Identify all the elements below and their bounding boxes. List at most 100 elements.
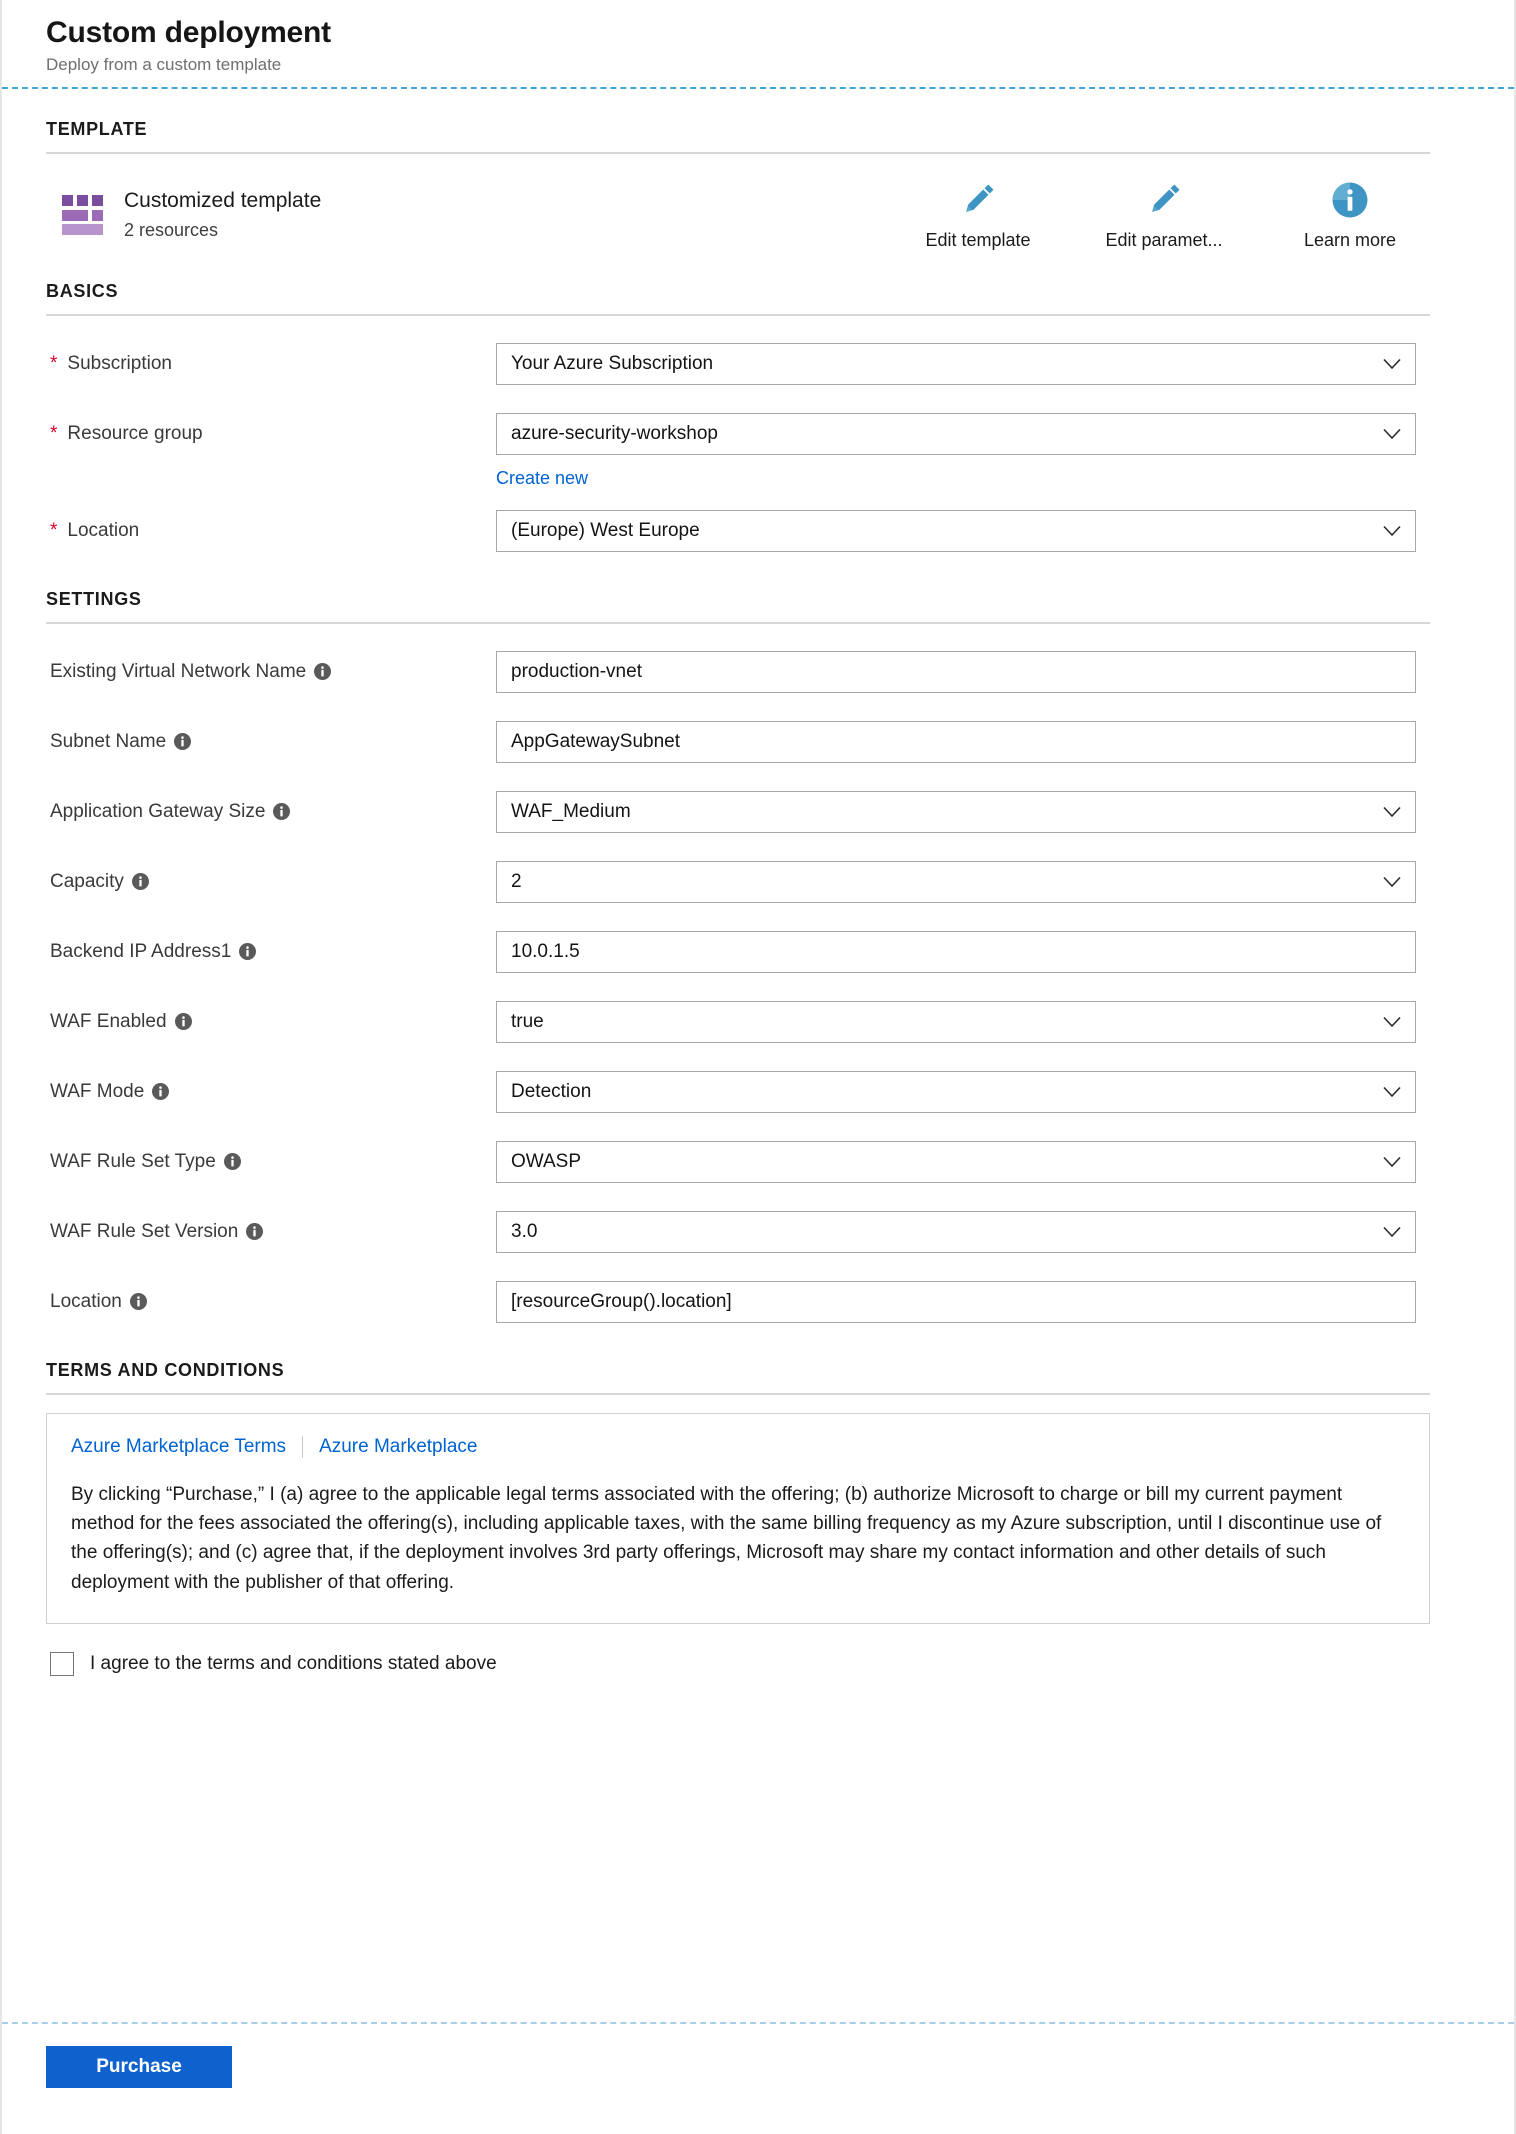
custom-deployment-blade: Custom deployment Deploy from a custom t…: [0, 0, 1516, 2134]
field-row-waf-rule-set-type: WAF Rule Set Type OWASP: [46, 1134, 1470, 1190]
settings-location-value: [resourceGroup().location]: [511, 1290, 732, 1312]
subnet-name-value: AppGatewaySubnet: [511, 730, 681, 752]
location-label-wrap: * Location: [46, 520, 496, 542]
template-grid-icon: [62, 195, 104, 235]
chevron-down-icon: [1383, 1016, 1401, 1027]
agree-terms-checkbox[interactable]: [50, 1652, 74, 1677]
backend-ip-address1-label-wrap: Backend IP Address1: [46, 941, 496, 963]
resource-group-select[interactable]: azure-security-workshop: [496, 412, 1416, 455]
waf-mode-select[interactable]: Detection: [496, 1070, 1416, 1113]
subscription-value: Your Azure Subscription: [511, 352, 714, 374]
required-asterisk: *: [50, 423, 58, 444]
azure-marketplace-link[interactable]: Azure Marketplace: [319, 1436, 477, 1458]
link-divider: [302, 1435, 304, 1458]
info-icon[interactable]: [223, 1153, 241, 1170]
resource-group-label-wrap: * Resource group: [46, 423, 496, 445]
resource-group-label: Resource group: [67, 422, 203, 444]
field-row-existing-vnet-name: Existing Virtual Network Name production…: [46, 644, 1470, 700]
capacity-select[interactable]: 2: [496, 860, 1416, 903]
subscription-label-wrap: * Subscription: [46, 353, 496, 375]
waf-rule-set-version-label-wrap: WAF Rule Set Version: [46, 1221, 496, 1243]
agree-terms-label: I agree to the terms and conditions stat…: [90, 1653, 497, 1675]
info-icon[interactable]: [273, 803, 291, 820]
waf-enabled-select[interactable]: true: [496, 1000, 1416, 1043]
field-row-capacity: Capacity 2: [46, 854, 1470, 910]
learn-more-button[interactable]: Learn more: [1286, 180, 1414, 251]
field-row-waf-rule-set-version: WAF Rule Set Version 3.0: [46, 1204, 1470, 1260]
waf-rule-set-version-value: 3.0: [511, 1220, 538, 1242]
info-circle-icon: [1332, 182, 1368, 217]
app-gateway-size-select[interactable]: WAF_Medium: [496, 790, 1416, 833]
field-row-settings-location: Location [resourceGroup().location]: [46, 1274, 1470, 1330]
blade-content: TEMPLATE Customized template 2 resources: [2, 89, 1514, 2023]
location-value: (Europe) West Europe: [511, 519, 700, 541]
waf-rule-set-version-select[interactable]: 3.0: [496, 1210, 1416, 1253]
settings-location-label: Location: [50, 1290, 122, 1312]
waf-rule-set-type-label-wrap: WAF Rule Set Type: [46, 1151, 496, 1173]
info-icon[interactable]: [314, 663, 332, 680]
info-icon[interactable]: [174, 733, 192, 750]
field-row-waf-enabled: WAF Enabled true: [46, 994, 1470, 1050]
template-actions: Edit template Edit paramet... Learn more: [914, 180, 1470, 251]
capacity-label-wrap: Capacity: [46, 871, 496, 893]
info-icon[interactable]: [152, 1083, 170, 1100]
waf-mode-label-wrap: WAF Mode: [46, 1081, 496, 1103]
edit-template-button[interactable]: Edit template: [914, 180, 1042, 251]
subnet-name-label-wrap: Subnet Name: [46, 731, 496, 753]
info-icon[interactable]: [246, 1223, 264, 1240]
chevron-down-icon: [1383, 428, 1401, 439]
waf-rule-set-type-select[interactable]: OWASP: [496, 1140, 1416, 1183]
chevron-down-icon: [1383, 806, 1401, 817]
edit-template-label: Edit template: [925, 229, 1031, 250]
pencil-icon: [966, 184, 994, 212]
info-icon[interactable]: [131, 873, 149, 890]
section-divider: [46, 1392, 1430, 1395]
waf-mode-value: Detection: [511, 1080, 592, 1102]
template-name: Customized template: [124, 188, 322, 212]
capacity-value: 2: [511, 870, 522, 892]
learn-more-label: Learn more: [1303, 229, 1397, 250]
field-row-resource-group: * Resource group azure-security-workshop: [46, 406, 1470, 462]
template-info: Customized template 2 resources: [124, 185, 321, 245]
settings-section-heading: SETTINGS: [46, 588, 142, 609]
backend-ip-address1-input[interactable]: 10.0.1.5: [496, 930, 1416, 973]
template-section-heading: TEMPLATE: [46, 118, 148, 139]
settings-location-label-wrap: Location: [46, 1291, 496, 1313]
subnet-name-input[interactable]: AppGatewaySubnet: [496, 720, 1416, 763]
field-row-subscription: * Subscription Your Azure Subscription: [46, 336, 1470, 392]
app-gateway-size-value: WAF_Medium: [511, 800, 631, 822]
template-resource-count: 2 resources: [124, 220, 219, 241]
required-asterisk: *: [50, 353, 58, 374]
field-row-backend-ip-address1: Backend IP Address1 10.0.1.5: [46, 924, 1470, 980]
field-row-waf-mode: WAF Mode Detection: [46, 1064, 1470, 1120]
agree-terms-row: I agree to the terms and conditions stat…: [46, 1652, 1470, 1677]
existing-vnet-name-value: production-vnet: [511, 660, 642, 682]
waf-rule-set-type-value: OWASP: [511, 1150, 582, 1172]
pencil-icon: [1152, 184, 1180, 212]
azure-marketplace-terms-link[interactable]: Azure Marketplace Terms: [71, 1436, 286, 1458]
waf-rule-set-version-label: WAF Rule Set Version: [50, 1220, 239, 1242]
settings-location-input[interactable]: [resourceGroup().location]: [496, 1280, 1416, 1323]
required-asterisk: *: [50, 520, 58, 541]
info-icon[interactable]: [174, 1013, 192, 1030]
chevron-down-icon: [1383, 1086, 1401, 1097]
waf-rule-set-type-label: WAF Rule Set Type: [50, 1150, 216, 1172]
create-new-resource-group-link[interactable]: Create new: [496, 468, 1470, 489]
info-icon[interactable]: [239, 943, 257, 960]
backend-ip-address1-value: 10.0.1.5: [511, 940, 580, 962]
edit-parameters-button[interactable]: Edit paramet...: [1100, 180, 1228, 251]
waf-enabled-label: WAF Enabled: [50, 1010, 167, 1032]
field-row-location: * Location (Europe) West Europe: [46, 503, 1470, 559]
info-icon[interactable]: [129, 1293, 147, 1310]
existing-vnet-name-input[interactable]: production-vnet: [496, 650, 1416, 693]
blade-header: Custom deployment Deploy from a custom t…: [2, 0, 1514, 89]
subscription-select[interactable]: Your Azure Subscription: [496, 342, 1416, 385]
purchase-button[interactable]: Purchase: [46, 2046, 232, 2088]
subnet-name-label: Subnet Name: [50, 730, 167, 752]
app-gateway-size-label-wrap: Application Gateway Size: [46, 801, 496, 823]
backend-ip-address1-label: Backend IP Address1: [50, 940, 232, 962]
capacity-label: Capacity: [50, 870, 124, 892]
location-select[interactable]: (Europe) West Europe: [496, 509, 1416, 552]
subscription-label: Subscription: [67, 352, 172, 374]
waf-mode-label: WAF Mode: [50, 1080, 145, 1102]
